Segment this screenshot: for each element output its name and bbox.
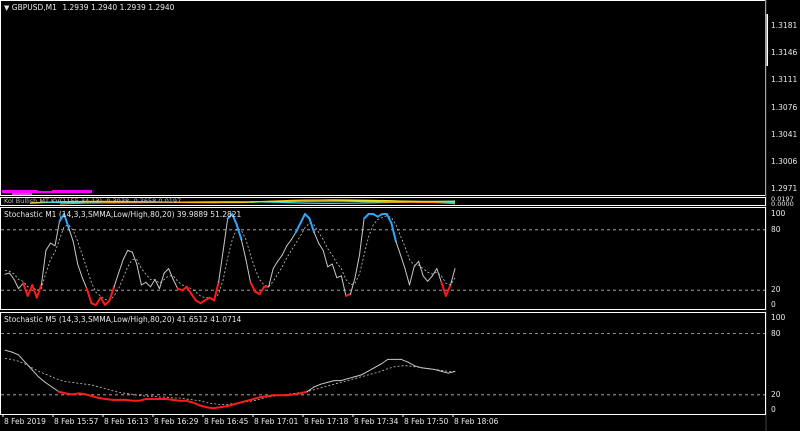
time-tick: 8 Feb 16:13 [104,417,149,426]
triangle-down-icon[interactable]: ▼ [4,4,9,12]
symbol-timeframe: GBPUSD,M1 [11,3,57,12]
stoch-m1-tick: 100 [771,209,786,218]
stoch-m1-tick: 20 [771,285,781,294]
stoch-m5-main-segment [165,398,174,401]
stoch-m5-tick: 80 [771,329,781,338]
stoch-m5-main-segment [218,405,228,409]
price-tick: 1.3006 [771,157,798,166]
stoch-m5-main-segment [171,398,181,402]
stoch-m5-main-segment [124,398,134,402]
stoch-m5-main-segment [71,392,80,396]
stoch-m5-main-segment [286,393,295,397]
indicator-strip-label: Kol Bullish MT KV(1155,34,13) -0.3938 -0… [4,197,182,205]
time-tick: 8 Feb 17:34 [354,417,399,426]
time-tick: 8 Feb 15:57 [54,417,99,426]
stoch-m5-tick: 0 [771,405,776,414]
stoch-m5-main-segment [292,392,302,396]
price-tick: 1.3146 [771,48,798,57]
time-tick: 8 Feb 16:29 [154,417,199,426]
stoch-m5-main-segment [104,398,114,401]
stoch-m5-main-segment [212,406,221,410]
main-price-pane[interactable] [0,0,766,196]
stoch-m5-label: Stochastic M5 (14,3,3,SMMA,Low/High,80,2… [4,315,242,324]
chart-header: ▼ GBPUSD,M1 1.2939 1.2940 1.2939 1.2940 [4,3,174,13]
indicator-tick-bottom: 0.0000 [771,200,794,208]
time-tick: 8 Feb 17:50 [404,417,449,426]
price-tick: 1.3181 [771,21,798,30]
stoch-m1-tick: 80 [771,225,781,234]
time-tick: 8 Feb 16:45 [204,417,249,426]
stoch-m1-label: Stochastic M1 (14,3,3,SMMA,Low/High,80,2… [4,210,242,219]
time-tick: 8 Feb 18:06 [454,417,499,426]
stoch-m5-main-segment [98,397,107,400]
time-tick: 8 Feb 2019 [4,417,46,426]
stoch-m5-main-segment [64,392,74,396]
price-tick: 1.2971 [771,184,798,193]
price-tick: 1.3041 [771,130,798,139]
time-tick: 8 Feb 17:18 [304,417,349,426]
stoch-m5-tick: 100 [771,313,786,322]
stoch-m5-main-segment [265,394,275,398]
ohlc-values: 1.2939 1.2940 1.2939 1.2940 [62,3,175,12]
time-tick: 8 Feb 17:01 [254,417,299,426]
price-tick: 1.3076 [771,103,798,112]
stoch-m5-main-segment [259,395,268,399]
price-tick: 1.3111 [771,75,798,84]
stoch-m1-tick: 0 [771,300,776,309]
stoch-m5-main-segment [205,406,215,410]
stoch-m5-tick: 20 [771,390,781,399]
stoch-m5-main-segment [77,392,87,396]
